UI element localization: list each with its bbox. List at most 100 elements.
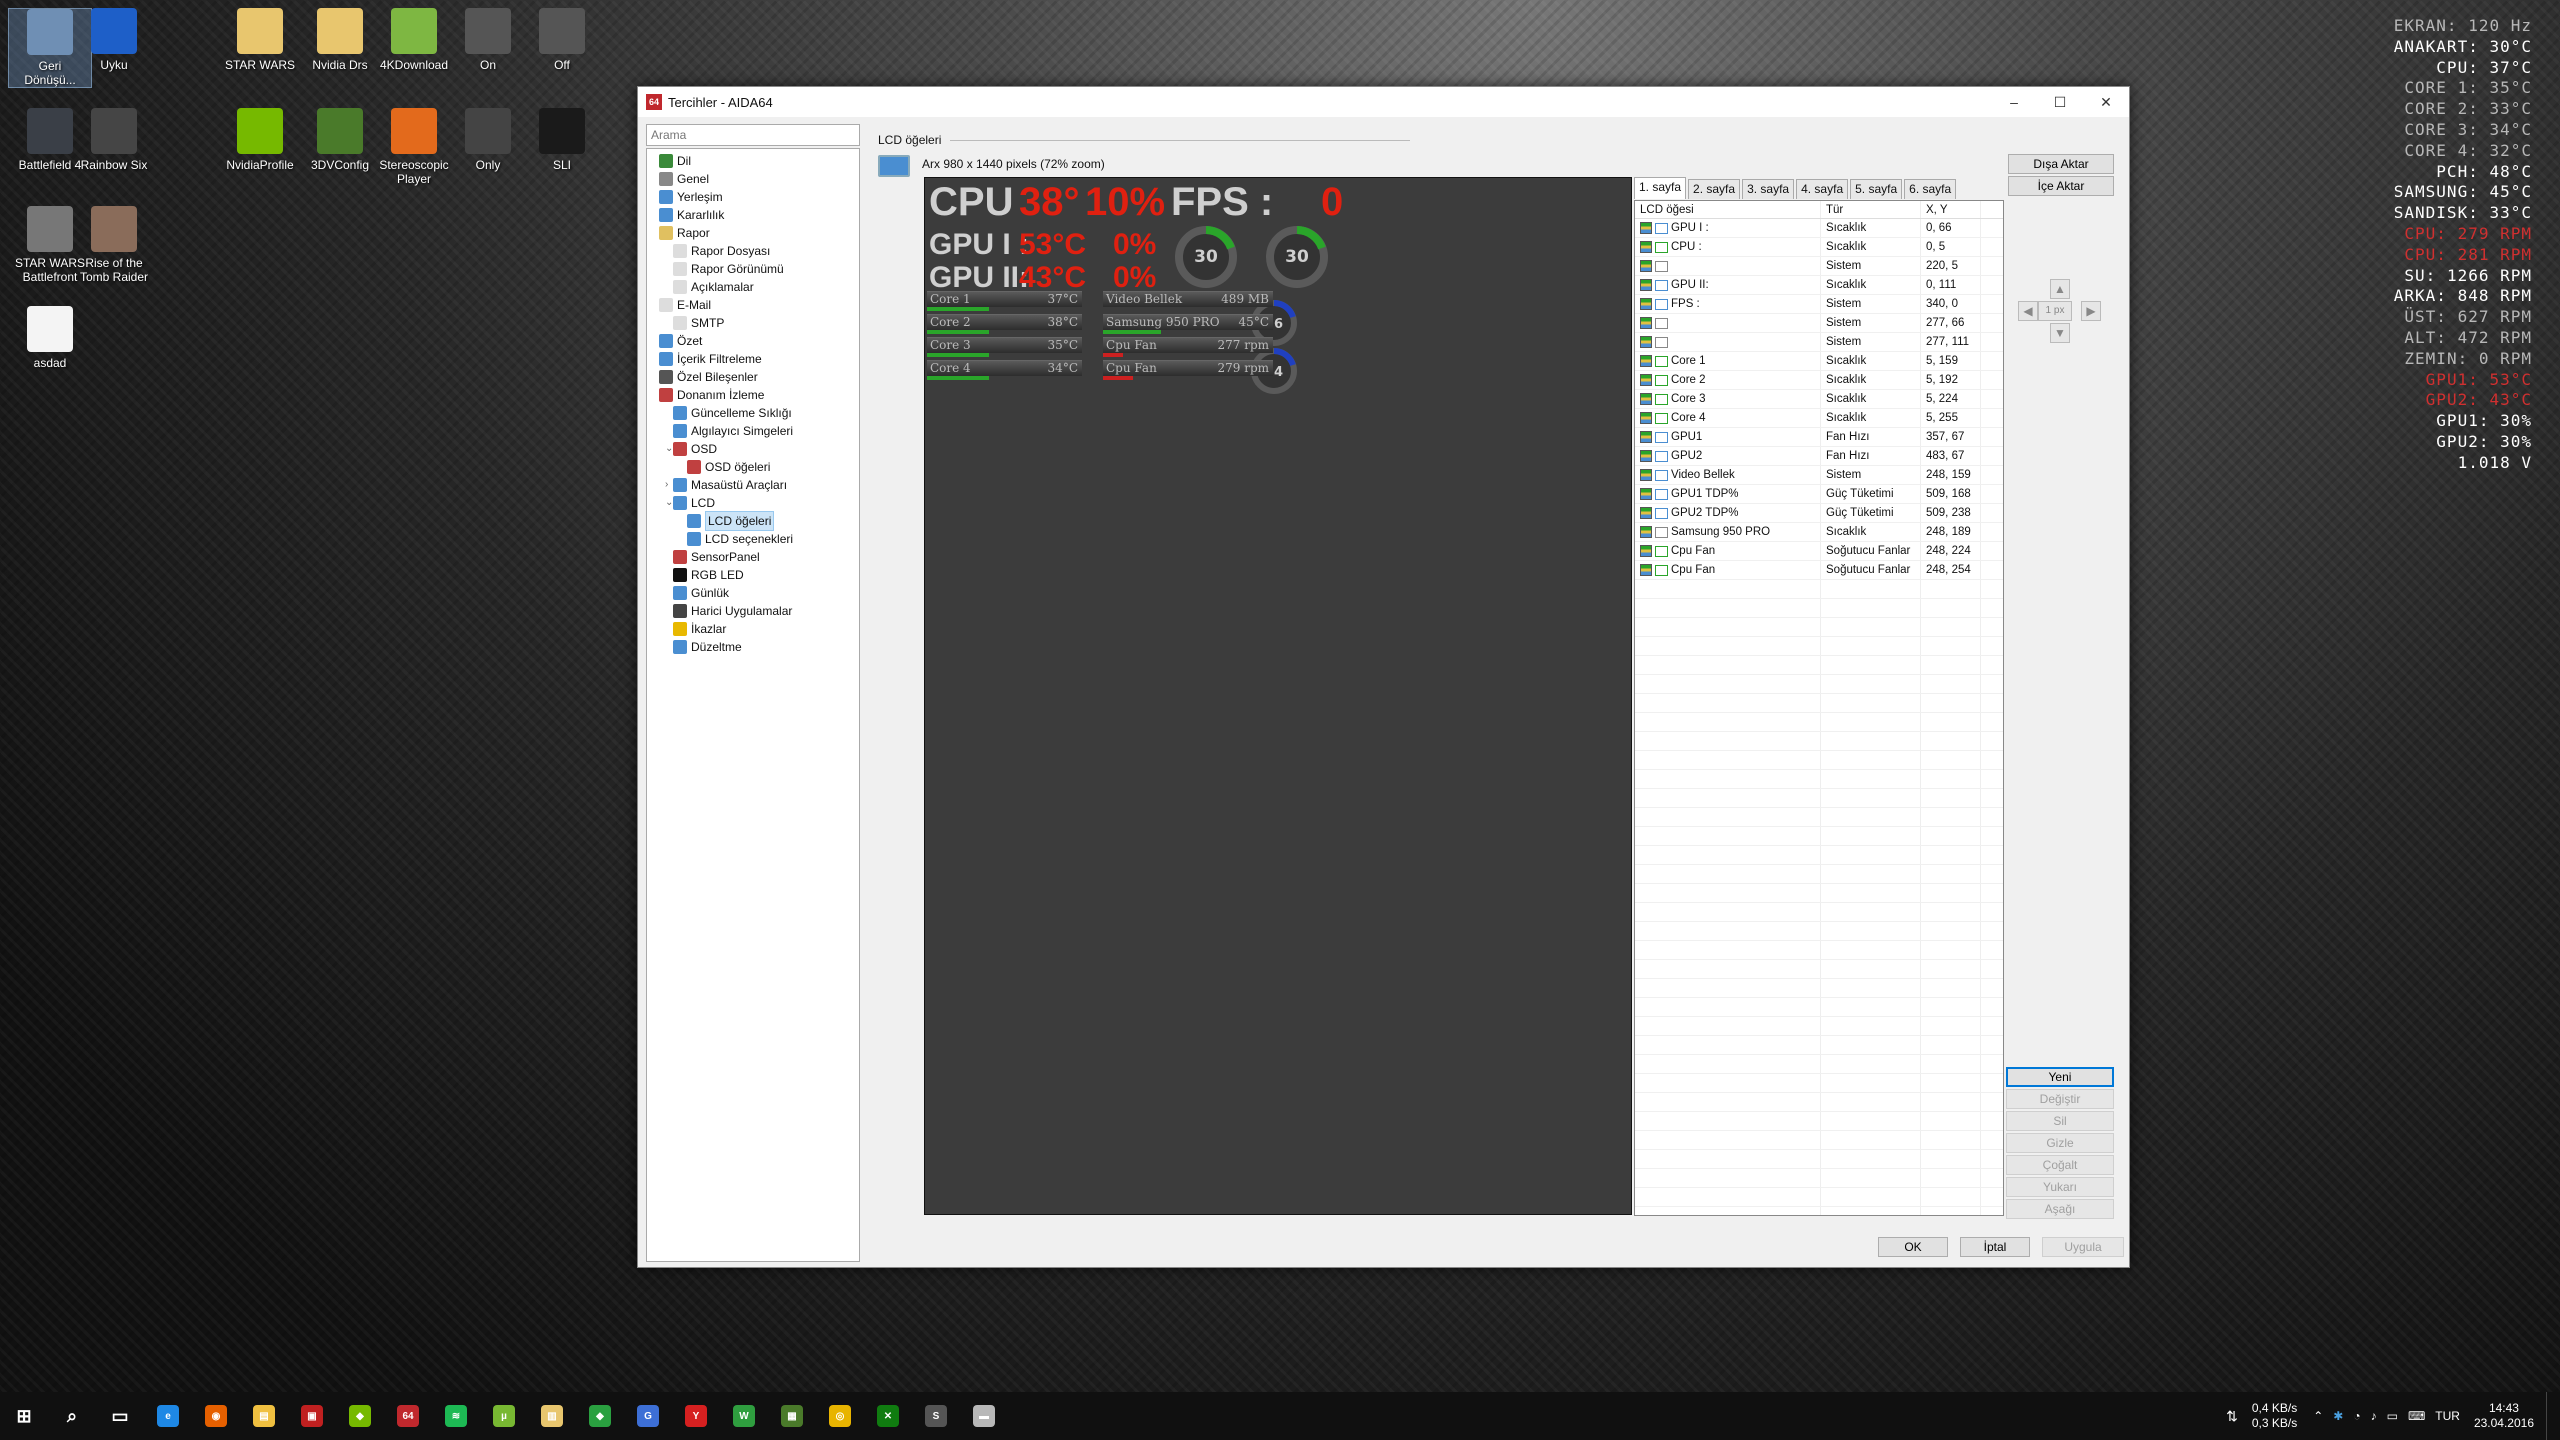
taskbar-button[interactable]: ⌕ — [48, 1392, 96, 1440]
tree-item[interactable]: E-Mail — [647, 296, 859, 314]
tree-item[interactable]: LCD öğeleri — [647, 511, 859, 531]
list-row[interactable]: GPU1 TDP% Güç Tüketimi 509, 168 — [1635, 485, 2003, 504]
move-down-arrow-icon[interactable]: ▼ — [2050, 323, 2070, 343]
column-header-xy[interactable]: X, Y — [1921, 201, 1981, 218]
taskbar-button[interactable]: 64 — [384, 1392, 432, 1440]
tab-page-6[interactable]: 6. sayfa — [1904, 179, 1957, 199]
desktop-icon[interactable]: Nvidia Drs — [298, 8, 382, 72]
clock[interactable]: 14:43 23.04.2016 — [2474, 1401, 2534, 1431]
taskbar-button[interactable]: ▤ — [240, 1392, 288, 1440]
list-row[interactable]: GPU2 TDP% Güç Tüketimi 509, 238 — [1635, 504, 2003, 523]
list-row[interactable]: GPU I : Sıcaklık 0, 66 — [1635, 219, 2003, 238]
expander-icon[interactable]: › — [665, 476, 673, 494]
list-row[interactable]: Sistem 277, 111 — [1635, 333, 2003, 352]
move-right-arrow-icon[interactable]: ▶ — [2081, 301, 2101, 321]
close-button[interactable]: ✕ — [2083, 94, 2129, 111]
taskbar-button[interactable]: e — [144, 1392, 192, 1440]
desktop-icon[interactable]: On — [446, 8, 530, 72]
move-up-arrow-icon[interactable]: ▲ — [2050, 279, 2070, 299]
desktop-icon[interactable]: NvidiaProfile — [218, 108, 302, 172]
tree-item[interactable]: Güncelleme Sıklığı — [647, 404, 859, 422]
tab-page-2[interactable]: 2. sayfa — [1688, 179, 1741, 199]
tree-item[interactable]: Kararlılık — [647, 206, 859, 224]
desktop-icon[interactable]: Rainbow Six — [72, 108, 156, 172]
hide-button[interactable]: Gizle — [2006, 1133, 2114, 1153]
export-button[interactable]: Dışa Aktar — [2008, 154, 2114, 174]
tree-item[interactable]: Düzeltme — [647, 638, 859, 656]
taskbar-button[interactable]: G — [624, 1392, 672, 1440]
tree-item[interactable]: Özet — [647, 332, 859, 350]
taskbar-button[interactable]: ◉ — [192, 1392, 240, 1440]
apply-button[interactable]: Uygula — [2042, 1237, 2124, 1257]
search-input[interactable]: Arama — [646, 124, 860, 146]
tree-item[interactable]: Rapor Dosyası — [647, 242, 859, 260]
taskbar-button[interactable]: ▬ — [960, 1392, 1008, 1440]
list-row[interactable]: Core 3 Sıcaklık 5, 224 — [1635, 390, 2003, 409]
chevron-up-icon[interactable]: ⌃ — [2313, 1409, 2323, 1423]
taskbar-button[interactable]: ⊞ — [0, 1392, 48, 1440]
desktop-icon[interactable]: SLI — [520, 108, 604, 172]
tree-item[interactable]: Açıklamalar — [647, 278, 859, 296]
tree-item[interactable]: Harici Uygulamalar — [647, 602, 859, 620]
list-row[interactable]: Sistem 220, 5 — [1635, 257, 2003, 276]
taskbar-button[interactable]: ▦ — [768, 1392, 816, 1440]
tree-item[interactable]: RGB LED — [647, 566, 859, 584]
taskbar-button[interactable]: ▥ — [528, 1392, 576, 1440]
tree-item[interactable]: İkazlar — [647, 620, 859, 638]
tree-item[interactable]: LCD seçenekleri — [647, 530, 859, 548]
tree-item[interactable]: Rapor Görünümü — [647, 260, 859, 278]
list-row[interactable]: CPU : Sıcaklık 0, 5 — [1635, 238, 2003, 257]
duplicate-button[interactable]: Çoğalt — [2006, 1155, 2114, 1175]
list-row[interactable]: GPU II: Sıcaklık 0, 111 — [1635, 276, 2003, 295]
column-header-type[interactable]: Tür — [1821, 201, 1921, 218]
tree-item[interactable]: Algılayıcı Simgeleri — [647, 422, 859, 440]
list-row[interactable]: GPU1 Fan Hızı 357, 67 — [1635, 428, 2003, 447]
desktop-icon[interactable]: asdad — [8, 306, 92, 370]
ok-button[interactable]: OK — [1878, 1237, 1948, 1257]
lcd-preview[interactable]: CPU 38° 10% FPS : 0 GPU I : 53°C 0% GPU … — [924, 177, 1632, 1215]
new-button[interactable]: Yeni — [2006, 1067, 2114, 1087]
list-row[interactable]: Cpu Fan Soğutucu Fanlar 248, 254 — [1635, 561, 2003, 580]
bluetooth-icon[interactable]: ✱ — [2333, 1409, 2343, 1423]
keyboard-icon[interactable]: ⌨ — [2408, 1409, 2425, 1423]
list-row[interactable]: Core 2 Sıcaklık 5, 192 — [1635, 371, 2003, 390]
move-left-arrow-icon[interactable]: ◀ — [2018, 301, 2038, 321]
move-down-button[interactable]: Aşağı — [2006, 1199, 2114, 1219]
volume-icon[interactable]: ♪ — [2371, 1409, 2377, 1423]
list-row[interactable]: FPS : Sistem 340, 0 — [1635, 295, 2003, 314]
list-row[interactable]: Samsung 950 PRO Sıcaklık 248, 189 — [1635, 523, 2003, 542]
modify-button[interactable]: Değiştir — [2006, 1089, 2114, 1109]
taskbar-button[interactable]: ◆ — [336, 1392, 384, 1440]
language-indicator[interactable]: TUR — [2435, 1409, 2460, 1423]
tree-item[interactable]: ⌄ OSD — [647, 440, 859, 458]
move-up-button[interactable]: Yukarı — [2006, 1177, 2114, 1197]
tree-item[interactable]: SMTP — [647, 314, 859, 332]
tree-item[interactable]: Günlük — [647, 584, 859, 602]
taskbar-button[interactable]: ✕ — [864, 1392, 912, 1440]
tree-item[interactable]: › Masaüstü Araçları — [647, 476, 859, 494]
expander-icon[interactable]: ⌄ — [665, 440, 673, 458]
tree-item[interactable]: Yerleşim — [647, 188, 859, 206]
list-row[interactable]: Cpu Fan Soğutucu Fanlar 248, 224 — [1635, 542, 2003, 561]
taskbar-button[interactable]: ◎ — [816, 1392, 864, 1440]
taskbar-button[interactable]: S — [912, 1392, 960, 1440]
desktop-icon[interactable]: Only — [446, 108, 530, 172]
tree-item[interactable]: Genel — [647, 170, 859, 188]
list-row[interactable]: Core 4 Sıcaklık 5, 255 — [1635, 409, 2003, 428]
tree-item[interactable]: Rapor — [647, 224, 859, 242]
desktop-icon[interactable]: Uyku — [72, 8, 156, 72]
maximize-button[interactable]: ☐ — [2037, 94, 2083, 111]
tree-item[interactable]: Dil — [647, 152, 859, 170]
delete-button[interactable]: Sil — [2006, 1111, 2114, 1131]
tree-item[interactable]: Donanım İzleme — [647, 386, 859, 404]
desktop-icon[interactable]: Rise of the Tomb Raider — [72, 206, 156, 284]
taskbar-button[interactable]: W — [720, 1392, 768, 1440]
network-icon[interactable]: ◔ — [2353, 1409, 2360, 1423]
taskbar-button[interactable]: ≋ — [432, 1392, 480, 1440]
taskbar-button[interactable]: ◆ — [576, 1392, 624, 1440]
list-row[interactable]: Core 1 Sıcaklık 5, 159 — [1635, 352, 2003, 371]
desktop-icon[interactable]: Off — [520, 8, 604, 72]
minimize-button[interactable]: – — [1991, 94, 2037, 110]
tree-item[interactable]: Özel Bileşenler — [647, 368, 859, 386]
tab-page-5[interactable]: 5. sayfa — [1850, 179, 1903, 199]
